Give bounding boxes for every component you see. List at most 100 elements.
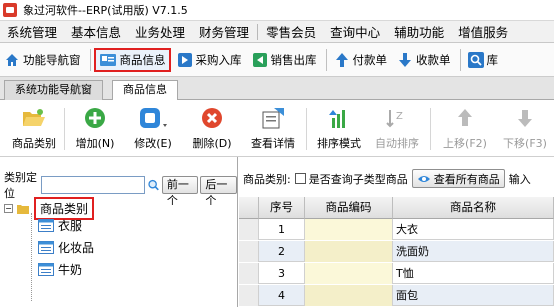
cell-code (305, 241, 393, 262)
tree-item-clothing[interactable]: 衣服 (38, 217, 82, 234)
search-icon (467, 51, 484, 68)
cell-no: 2 (259, 241, 305, 262)
column-header-name[interactable]: 商品名称 (393, 197, 554, 219)
table-row[interactable]: 4 面包 (239, 285, 554, 306)
prev-button[interactable]: 前一个 (161, 176, 199, 207)
category-filter-label: 商品类别: (243, 172, 291, 186)
tree-item-milk[interactable]: 牛奶 (38, 261, 82, 278)
subcategory-checkbox[interactable] (294, 173, 306, 184)
menu-retail-member[interactable]: 零售会员 (259, 22, 323, 41)
product-category-button[interactable]: 商品类别 (8, 104, 60, 154)
arrow-up-icon (458, 109, 472, 126)
sort-mode-button[interactable]: 排序模式 (312, 104, 366, 154)
nav-inventory[interactable]: 库 (464, 48, 503, 72)
nav-purchase-in[interactable]: 采购入库 (173, 48, 246, 72)
delete-button[interactable]: 删除(D) (186, 104, 238, 154)
product-grid: 序号 商品编码 商品名称 1 大衣 2 洗面奶 3 T恤 4 面包 (239, 197, 554, 307)
collapse-icon[interactable]: − (4, 204, 13, 213)
menu-value-added[interactable]: 增值服务 (451, 22, 515, 41)
nav-label: 付款单 (352, 52, 388, 67)
nav-label: 收款单 (416, 52, 451, 67)
purchase-in-icon (177, 52, 192, 67)
category-item-icon (38, 241, 54, 254)
tab-product-info[interactable]: 商品信息 (112, 80, 178, 101)
nav-sales-out[interactable]: 销售出库 (248, 48, 321, 72)
view-all-products-button[interactable]: 查看所有商品 (411, 169, 505, 188)
product-list-panel: 商品类别: 是否查询子类型商品 查看所有商品 输入 序号 商品编码 商品名称 1… (239, 157, 554, 307)
auto-sort-icon: Z (386, 110, 403, 128)
svg-text:Z: Z (396, 111, 403, 122)
cell-name: 洗面奶 (393, 241, 554, 262)
table-row[interactable]: 2 洗面奶 (239, 241, 554, 262)
menu-bar: 系统管理 基本信息 业务处理 财务管理 零售会员 查询中心 辅助功能 增值服务 (0, 20, 554, 43)
product-info-icon (99, 53, 116, 66)
title-bar: 象过河软件--ERP(试用版) V7.1.5 (0, 0, 554, 20)
quick-nav-bar: 功能导航窗 商品信息 采购入库 销售出库 付款单 收款单 库 (0, 43, 554, 77)
cell-no: 4 (259, 285, 305, 306)
edit-icon (140, 108, 167, 128)
menu-business[interactable]: 业务处理 (128, 22, 192, 41)
cell-no: 1 (259, 219, 305, 240)
nav-receipt[interactable]: 收款单 (393, 48, 455, 72)
cell-code (305, 263, 393, 284)
nav-function-navigator[interactable]: 功能导航窗 (0, 48, 85, 72)
input-label: 输入 (508, 172, 531, 186)
tab-system-navigator[interactable]: 系统功能导航窗 (4, 80, 103, 100)
arrow-down-icon (518, 110, 532, 127)
document-tab-bar: 系统功能导航窗 商品信息 (0, 77, 554, 101)
category-item-icon (38, 263, 54, 276)
nav-label: 商品信息 (119, 52, 166, 67)
edit-button[interactable]: 修改(E) (128, 104, 178, 154)
auto-sort-button[interactable]: Z 自动排序 (370, 104, 424, 154)
folder-icon (17, 204, 29, 214)
cell-name: T恤 (393, 263, 554, 284)
home-icon (6, 53, 18, 66)
category-panel: 类别定位 前一个 后一个 − 商品类别 衣服 化妆品 牛奶 (0, 157, 238, 307)
nav-label: 采购入库 (195, 52, 242, 67)
menu-query-center[interactable]: 查询中心 (323, 22, 387, 41)
menu-aux-functions[interactable]: 辅助功能 (387, 22, 451, 41)
folder-open-icon (23, 109, 45, 126)
view-icon (417, 175, 430, 182)
nav-product-info[interactable]: 商品信息 (93, 47, 171, 72)
table-row[interactable]: 3 T恤 (239, 263, 554, 284)
locate-search-icon[interactable] (147, 177, 160, 193)
receipt-icon (399, 52, 411, 67)
category-item-icon (38, 219, 54, 232)
nav-payment[interactable]: 付款单 (330, 48, 392, 72)
menu-system-management[interactable]: 系统管理 (0, 22, 64, 41)
menu-finance[interactable]: 财务管理 (192, 22, 256, 41)
plus-icon (85, 108, 105, 128)
payment-icon (335, 52, 348, 67)
view-details-button[interactable]: 查看详情 (246, 104, 300, 154)
next-button[interactable]: 后一个 (200, 176, 237, 207)
filter-row: 商品类别: 是否查询子类型商品 查看所有商品 输入 (243, 169, 531, 188)
menu-basic-info[interactable]: 基本信息 (64, 22, 128, 41)
add-button[interactable]: 增加(N) (72, 104, 118, 154)
cell-code (305, 285, 393, 306)
menu-divider (257, 23, 259, 40)
subcategory-checkbox-label: 是否查询子类型商品 (308, 172, 408, 186)
row-header-corner (239, 197, 259, 219)
category-locate-input[interactable] (41, 176, 145, 194)
cell-name: 面包 (393, 285, 554, 306)
sort-icon (329, 110, 345, 128)
cell-no: 3 (259, 263, 305, 284)
product-toolbar: 商品类别 增加(N) 修改(E) 删除(D) 查看详情 排序模式 Z 自动排序 … (0, 100, 554, 157)
cell-code (305, 219, 393, 240)
nav-label: 功能导航窗 (23, 52, 81, 67)
table-row[interactable]: 1 大衣 (239, 219, 554, 240)
move-up-button[interactable]: 上移(F2) (438, 104, 492, 154)
cell-name: 大衣 (393, 219, 554, 240)
delete-icon (202, 108, 222, 128)
nav-label: 销售出库 (270, 52, 317, 67)
sales-out-icon (252, 52, 267, 67)
details-icon (262, 108, 284, 129)
app-logo-icon (3, 3, 17, 17)
tree-item-cosmetics[interactable]: 化妆品 (38, 239, 94, 256)
nav-label: 库 (486, 52, 499, 67)
column-header-code[interactable]: 商品编码 (305, 197, 393, 219)
move-down-button[interactable]: 下移(F3) (498, 104, 552, 154)
column-header-no[interactable]: 序号 (259, 197, 305, 219)
window-title: 象过河软件--ERP(试用版) V7.1.5 (23, 4, 188, 17)
